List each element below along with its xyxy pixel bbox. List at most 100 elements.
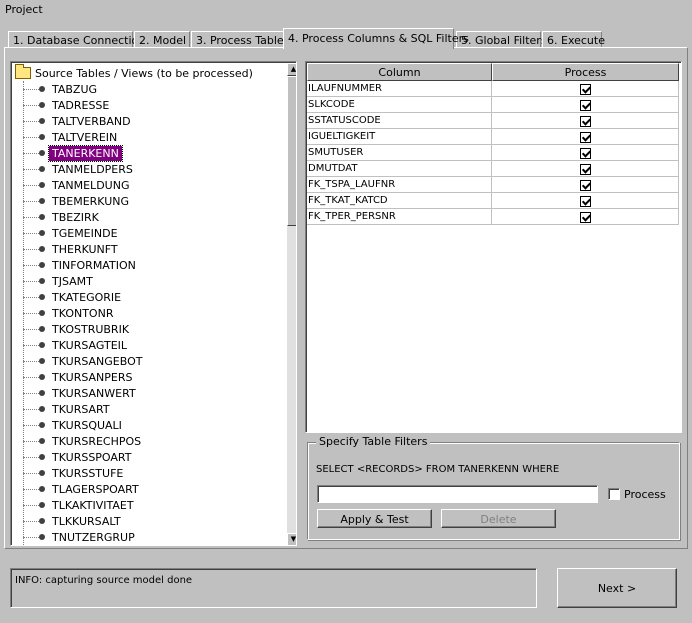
apply-test-button[interactable]: Apply & Test xyxy=(317,509,432,528)
tree-item[interactable]: TBEZIRK xyxy=(23,209,102,225)
cell-column-name: ILAUFNUMMER xyxy=(307,81,492,97)
tree-node-icon xyxy=(39,534,45,540)
tree-item[interactable]: TKURSANPERS xyxy=(23,369,135,385)
tree-scrollbar[interactable]: ▲ ▼ xyxy=(287,63,296,545)
tree-item[interactable]: TKURSSPOART xyxy=(23,449,134,465)
tree-item[interactable]: TKURSANWERT xyxy=(23,385,139,401)
pane-splitter[interactable] xyxy=(297,61,303,546)
next-button[interactable]: Next > xyxy=(557,568,677,608)
column-header-column[interactable]: Column xyxy=(307,63,492,81)
tree-item-label: TKONTONR xyxy=(52,306,114,320)
status-message: INFO: capturing source model done xyxy=(10,568,537,608)
tree-item-label: TADRESSE xyxy=(52,98,110,112)
process-checkbox[interactable] xyxy=(580,116,591,127)
tree-item-label: TKURSQUALI xyxy=(52,418,122,432)
tree-item[interactable]: TANMELDPERS xyxy=(23,161,136,177)
tree-node-icon xyxy=(39,198,45,204)
process-checkbox[interactable] xyxy=(580,212,591,223)
tree-node-icon xyxy=(39,406,45,412)
table-row[interactable]: FK_TKAT_KATCD xyxy=(307,193,679,209)
tree-node-icon xyxy=(39,502,45,508)
process-checkbox[interactable] xyxy=(580,84,591,95)
cell-process xyxy=(492,145,679,161)
table-row[interactable]: FK_TSPA_LAUFNR xyxy=(307,177,679,193)
process-checkbox[interactable] xyxy=(580,148,591,159)
tree-item[interactable]: TADRESSE xyxy=(23,97,112,113)
table-row[interactable]: FK_TPER_PERSNR xyxy=(307,209,679,225)
scroll-thumb[interactable] xyxy=(287,76,296,226)
table-row[interactable]: IGUELTIGKEIT xyxy=(307,129,679,145)
tab-process-columns-sql-filters[interactable]: 4. Process Columns & SQL Filters xyxy=(283,28,469,49)
tab-execute[interactable]: 6. Execute xyxy=(542,31,605,48)
column-header-process[interactable]: Process xyxy=(492,63,679,81)
tree-node-icon xyxy=(39,278,45,284)
tree-item[interactable]: TLKAKTIVITAET xyxy=(23,497,137,513)
tree-item[interactable]: TKURSRECHPOS xyxy=(23,433,144,449)
tree-item[interactable]: TKOSTRUBRIK xyxy=(23,321,132,337)
process-checkbox[interactable] xyxy=(580,100,591,111)
tree-item[interactable]: TBEMERKUNG xyxy=(23,193,132,209)
table-row[interactable]: SMUTUSER xyxy=(307,145,679,161)
cell-process xyxy=(492,209,679,225)
process-checkbox[interactable] xyxy=(580,132,591,143)
tab-process-tables[interactable]: 3. Process Tables xyxy=(191,31,289,48)
table-row[interactable]: ILAUFNUMMER xyxy=(307,81,679,97)
scroll-down-icon[interactable]: ▼ xyxy=(287,533,296,545)
cell-column-name: SLKCODE xyxy=(307,97,492,113)
table-header: Column Process xyxy=(307,63,679,81)
tree-item[interactable]: TKURSAGTEIL xyxy=(23,337,130,353)
scroll-up-icon[interactable]: ▲ xyxy=(287,63,296,76)
tree-item[interactable]: TJSAMT xyxy=(23,273,96,289)
filter-process-label: Process xyxy=(624,488,666,501)
tree-item-label: TLKKURSALT xyxy=(52,514,121,528)
tree-node-icon xyxy=(39,246,45,252)
filter-process-checkbox[interactable] xyxy=(608,488,620,500)
table-row[interactable]: DMUTDAT xyxy=(307,161,679,177)
tree-item[interactable]: TGEMEINDE xyxy=(23,225,121,241)
tree-item[interactable]: TNUTZERGRUP xyxy=(23,529,138,545)
tree-item[interactable]: TKONTONR xyxy=(23,305,116,321)
cell-process xyxy=(492,81,679,97)
filter-where-input[interactable] xyxy=(317,485,598,503)
tree-item-label: TKURSAGTEIL xyxy=(52,338,128,352)
tree-item[interactable]: TKURSSTUFE xyxy=(23,465,126,481)
tree-item[interactable]: TKURSANGEBOT xyxy=(23,353,145,369)
cell-column-name: DMUTDAT xyxy=(307,161,492,177)
process-checkbox[interactable] xyxy=(580,180,591,191)
tree-item[interactable]: TINFORMATION xyxy=(23,257,139,273)
tree-node-icon xyxy=(39,150,45,156)
process-checkbox[interactable] xyxy=(580,164,591,175)
source-tables-tree[interactable]: Source Tables / Views (to be processed) … xyxy=(10,61,297,546)
tree-item[interactable]: TLAGERSPOART xyxy=(23,481,142,497)
tree-item[interactable]: TABZUG xyxy=(23,81,100,97)
tab-database-connection[interactable]: 1. Database Connection xyxy=(8,31,145,48)
tree-item-label: TALTVEREIN xyxy=(52,130,118,144)
tree-item-label: TKURSANWERT xyxy=(52,386,136,400)
tree-item-label: TKURSSPOART xyxy=(52,450,132,464)
tree-item[interactable]: TKURSART xyxy=(23,401,113,417)
cell-process xyxy=(492,97,679,113)
tree-item-label: TANERKENN xyxy=(48,144,123,162)
process-checkbox[interactable] xyxy=(580,196,591,207)
tree-item-label: TALTVERBAND xyxy=(52,114,131,128)
tree-item-label: TANMELDUNG xyxy=(52,178,130,192)
table-row[interactable]: SSTATUSCODE xyxy=(307,113,679,129)
table-row[interactable]: SLKCODE xyxy=(307,97,679,113)
tree-item[interactable]: TANERKENN xyxy=(23,144,123,162)
tree-item[interactable]: TALTVEREIN xyxy=(23,129,120,145)
tree-item[interactable]: TKATEGORIE xyxy=(23,289,124,305)
tree-item-label: TABZUG xyxy=(52,82,98,96)
tree-root[interactable]: Source Tables / Views (to be processed) xyxy=(15,64,253,81)
tree-item[interactable]: TANMELDUNG xyxy=(23,177,132,193)
table-filters-group: Specify Table Filters SELECT <RECORDS> F… xyxy=(307,435,680,540)
delete-button[interactable]: Delete xyxy=(441,509,556,528)
sql-preview: SELECT <RECORDS> FROM TANERKENN WHERE xyxy=(316,464,560,475)
window-title: Project xyxy=(5,3,43,16)
tree-item[interactable]: TKURSQUALI xyxy=(23,417,125,433)
tree-node-icon xyxy=(39,214,45,220)
tree-item[interactable]: THERKUNFT xyxy=(23,241,121,257)
tree-item[interactable]: TALTVERBAND xyxy=(23,113,134,129)
tab-model[interactable]: 2. Model xyxy=(134,31,190,48)
tree-node-icon xyxy=(39,102,45,108)
tree-item[interactable]: TLKKURSALT xyxy=(23,513,124,529)
